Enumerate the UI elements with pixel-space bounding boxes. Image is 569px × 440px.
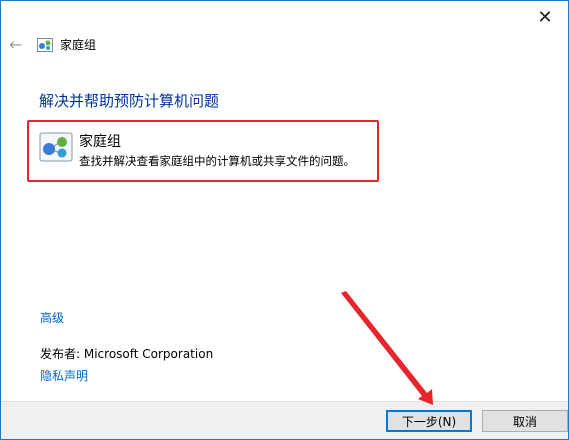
main-content: 解决并帮助预防计算机问题 家庭组 查找并解决查看家庭组中的计算机或共享文件的问题…: [1, 65, 568, 401]
close-icon: ✕: [537, 6, 553, 28]
footer-bar: 下一步(N) 取消: [1, 401, 568, 439]
privacy-link[interactable]: 隐私声明: [40, 367, 88, 384]
item-title[interactable]: 家庭组: [79, 131, 121, 151]
homegroup-icon: [37, 38, 53, 52]
title-bar: ✕ ← 家庭组: [1, 1, 568, 65]
close-button[interactable]: ✕: [522, 1, 568, 33]
page-heading: 解决并帮助预防计算机问题: [39, 92, 220, 110]
back-arrow-icon[interactable]: ←: [9, 37, 25, 53]
highlight-rectangle: [27, 120, 379, 182]
homegroup-large-icon[interactable]: [39, 132, 73, 162]
cancel-button[interactable]: 取消: [482, 410, 568, 432]
item-description: 查找并解决查看家庭组中的计算机或共享文件的问题。: [79, 154, 355, 168]
troubleshooter-window: ✕ ← 家庭组 解决并帮助预防计算机问题 家庭组 查找并解决查看家庭组中的计算机…: [0, 0, 569, 440]
window-title: 家庭组: [60, 38, 97, 52]
next-button[interactable]: 下一步(N): [386, 410, 472, 432]
publisher-text: 发布者: Microsoft Corporation: [40, 347, 214, 361]
advanced-link[interactable]: 高级: [40, 309, 64, 326]
